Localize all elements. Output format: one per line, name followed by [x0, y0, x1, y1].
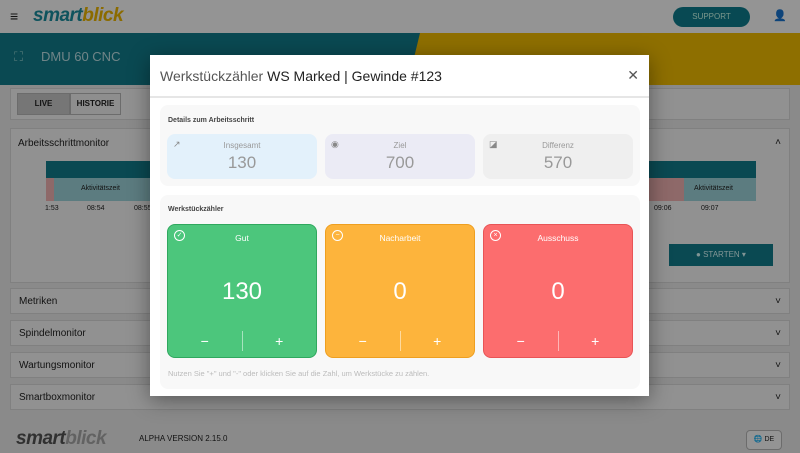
counter-section: Werkstückzähler ✓ Gut 130 − + − Nacharbei…	[160, 195, 640, 389]
stat-ziel: ◉ Ziel 700	[325, 134, 475, 179]
section-title: Details zum Arbeitsschritt	[168, 117, 255, 124]
decrement-button[interactable]: −	[326, 331, 400, 351]
counter-nacharbeit: − Nacharbeit 0 − +	[325, 224, 475, 358]
increment-button[interactable]: +	[243, 331, 317, 351]
x-circle-icon: ×	[490, 230, 501, 241]
increment-button[interactable]: +	[401, 331, 475, 351]
counter-gut: ✓ Gut 130 − +	[167, 224, 317, 358]
decrement-button[interactable]: −	[168, 331, 242, 351]
stat-insgesamt: ↗ Insgesamt 130	[167, 134, 317, 179]
counter-ausschuss: × Ausschuss 0 − +	[483, 224, 633, 358]
werkstueckzaehler-dialog: Werkstückzähler WS Marked | Gewinde #123…	[150, 55, 649, 396]
counter-value[interactable]: 130	[168, 278, 316, 306]
hint-text: Nutzen Sie "+" und "-" oder klicken Sie …	[168, 369, 430, 378]
trend-icon: ↗	[173, 139, 181, 149]
dialog-title-prefix: Werkstückzähler	[160, 67, 264, 84]
stat-differenz: ◪ Differenz 570	[483, 134, 633, 179]
counter-value[interactable]: 0	[326, 278, 474, 306]
target-icon: ◉	[331, 139, 339, 149]
increment-button[interactable]: +	[559, 331, 633, 351]
section-title: Werkstückzähler	[168, 206, 224, 213]
counter-value[interactable]: 0	[484, 278, 632, 306]
close-icon[interactable]: ✕	[627, 67, 639, 84]
difference-icon: ◪	[489, 139, 498, 149]
decrement-button[interactable]: −	[484, 331, 558, 351]
check-circle-icon: ✓	[174, 230, 185, 241]
dialog-header: Werkstückzähler WS Marked | Gewinde #123…	[150, 55, 649, 98]
dialog-title: WS Marked | Gewinde #123	[267, 67, 442, 84]
minus-circle-icon: −	[332, 230, 343, 241]
details-section: Details zum Arbeitsschritt ↗ Insgesamt 130…	[160, 105, 640, 186]
